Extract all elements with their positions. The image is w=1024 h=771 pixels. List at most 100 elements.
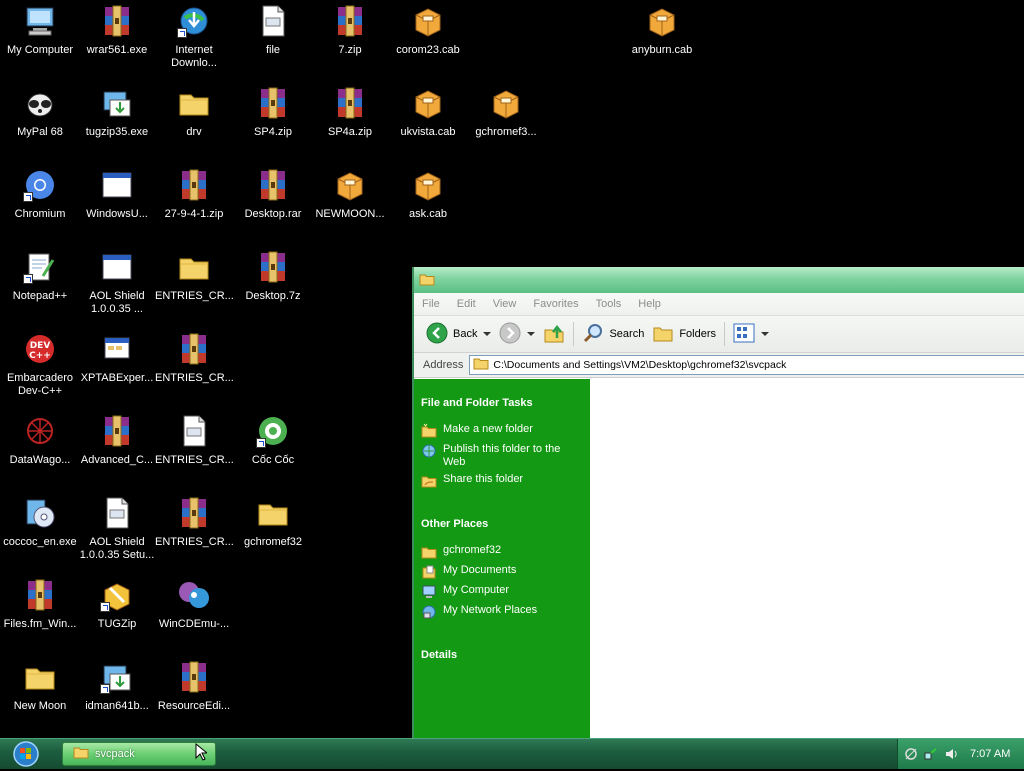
other-places-title[interactable]: Other Places: [421, 518, 488, 530]
window-titlebar[interactable]: [414, 267, 1024, 293]
winrar-icon: [177, 332, 211, 366]
desktop-icon-label: My Computer: [6, 44, 74, 56]
desktop-icon[interactable]: AOL Shield 1.0.0.35 ...: [78, 248, 156, 328]
place-my-documents[interactable]: My Documents: [421, 564, 583, 580]
chevron-down-icon[interactable]: [527, 332, 536, 336]
forward-arrow-icon: [499, 322, 521, 347]
menu-help[interactable]: Help: [638, 298, 661, 310]
desktop-icon[interactable]: New Moon: [1, 658, 79, 738]
desktop-icon-label: gchromef32: [243, 536, 303, 548]
desktop-icon[interactable]: Notepad++: [1, 248, 79, 328]
desktop-icon[interactable]: 27-9-4-1.zip: [155, 166, 233, 246]
folders-button[interactable]: Folders: [652, 322, 716, 347]
up-folder-button[interactable]: [543, 322, 565, 347]
desktop-icon[interactable]: Desktop.7z: [234, 248, 312, 328]
desktop-icon[interactable]: Chromium: [1, 166, 79, 246]
folder-content-area[interactable]: [590, 379, 1024, 738]
taskbar: svcpack 7:07 AM: [0, 738, 1024, 769]
desktop-icon[interactable]: Internet Downlo...: [155, 2, 233, 82]
start-button[interactable]: [2, 740, 46, 768]
desktop-icon[interactable]: ENTRIES_CR...: [155, 330, 234, 410]
tray-volume-icon[interactable]: [944, 747, 958, 761]
desktop-icon[interactable]: NEWMOON...: [311, 166, 389, 246]
desktop-icon[interactable]: SP4a.zip: [311, 84, 389, 164]
file-folder-tasks-title[interactable]: File and Folder Tasks: [421, 397, 533, 409]
desktop-icon[interactable]: gchromef3...: [467, 84, 545, 164]
desktop-icon[interactable]: gchromef32: [234, 494, 312, 574]
menu-file[interactable]: File: [422, 298, 440, 310]
tray-network-icon[interactable]: [924, 747, 938, 761]
taskbar-button-label: svcpack: [95, 748, 135, 760]
desktop-icon[interactable]: MyPal 68: [1, 84, 79, 164]
window-icon: [100, 250, 134, 284]
address-path: C:\Documents and Settings\VM2\Desktop\gc…: [493, 359, 787, 371]
publish-folder-link[interactable]: Publish this folder to the Web: [421, 443, 583, 469]
desktop-icon[interactable]: corom23.cab: [389, 2, 467, 82]
details-title[interactable]: Details: [421, 649, 457, 661]
place-gchromef32[interactable]: gchromef32: [421, 544, 583, 560]
winrar-icon: [256, 250, 290, 284]
desktop-icon[interactable]: AOL Shield 1.0.0.35 Setu...: [78, 494, 156, 574]
desktop-icon[interactable]: My Computer: [1, 2, 79, 82]
desktop-icon[interactable]: file: [234, 2, 312, 82]
cab-icon: [411, 86, 445, 120]
shortcut-arrow-icon: [100, 602, 110, 612]
forward-button[interactable]: [499, 322, 536, 347]
toolbar-separator: [724, 322, 726, 346]
desktop-icon[interactable]: Advanced_C...: [78, 412, 156, 492]
devcpp-icon: DEV C++: [23, 332, 57, 366]
clock[interactable]: 7:07 AM: [970, 748, 1010, 760]
desktop-icon[interactable]: coccoc_en.exe: [1, 494, 79, 574]
make-new-folder-link[interactable]: Make a new folder: [421, 423, 583, 439]
desktop-icon[interactable]: WinCDEmu-...: [155, 576, 233, 656]
views-button[interactable]: [733, 323, 770, 346]
desktop-icon[interactable]: wrar561.exe: [78, 2, 156, 82]
tray-satellite-icon[interactable]: [904, 747, 918, 761]
desktop-icon-label: DataWago...: [9, 454, 71, 466]
desktop-icon-label: ENTRIES_CR...: [155, 536, 234, 548]
desktop-icon[interactable]: DEV C++ Embarcadero Dev-C++: [1, 330, 79, 410]
desktop-icon[interactable]: idman641b...: [78, 658, 156, 738]
taskbar-button-svcpack[interactable]: svcpack: [62, 742, 216, 766]
desktop-icon[interactable]: ResourceEdi...: [155, 658, 233, 738]
menu-edit[interactable]: Edit: [457, 298, 476, 310]
desktop-icon[interactable]: Desktop.rar: [234, 166, 312, 246]
winrar-icon: [333, 86, 367, 120]
share-folder-icon: [421, 473, 437, 489]
desktop-icon[interactable]: Files.fm_Win...: [1, 576, 79, 656]
desktop-icon-label: WinCDEmu-...: [158, 618, 230, 630]
folder-icon: [473, 357, 489, 373]
desktop-icon[interactable]: ENTRIES_CR...: [155, 494, 234, 574]
installer-icon: [100, 86, 134, 120]
desktop-icon[interactable]: ENTRIES_CR...: [155, 412, 234, 492]
desktop-icon[interactable]: ukvista.cab: [389, 84, 467, 164]
cab-icon: [411, 4, 445, 38]
search-button[interactable]: Search: [582, 322, 644, 347]
desktop-icon[interactable]: XPTABExper...: [78, 330, 156, 410]
chevron-down-icon[interactable]: [483, 332, 492, 336]
place-my-network-places[interactable]: My Network Places: [421, 604, 583, 620]
desktop-icon[interactable]: drv: [155, 84, 233, 164]
desktop-icon-label: NEWMOON...: [315, 208, 385, 220]
desktop-icon[interactable]: WindowsU...: [78, 166, 156, 246]
desktop-icon[interactable]: 7.zip: [311, 2, 389, 82]
menu-view[interactable]: View: [493, 298, 517, 310]
desktop-icon-label: Embarcadero Dev-C++: [6, 372, 74, 397]
desktop-icon[interactable]: Cốc Cốc: [234, 412, 312, 492]
desktop-icon[interactable]: ENTRIES_CR...: [155, 248, 234, 328]
desktop-icon-label: file: [265, 44, 281, 56]
cab-icon: [489, 86, 523, 120]
share-folder-link[interactable]: Share this folder: [421, 473, 583, 489]
address-input[interactable]: C:\Documents and Settings\VM2\Desktop\gc…: [469, 355, 1024, 375]
place-my-computer[interactable]: My Computer: [421, 584, 583, 600]
desktop-icon[interactable]: DataWago...: [1, 412, 79, 492]
menu-favorites[interactable]: Favorites: [533, 298, 578, 310]
desktop-icon[interactable]: anyburn.cab: [623, 2, 701, 82]
desktop-icon[interactable]: TUGZip: [78, 576, 156, 656]
desktop-icon[interactable]: tugzip35.exe: [78, 84, 156, 164]
desktop-icon[interactable]: ask.cab: [389, 166, 467, 246]
chevron-down-icon[interactable]: [761, 332, 770, 336]
desktop-icon[interactable]: SP4.zip: [234, 84, 312, 164]
back-button[interactable]: Back: [426, 322, 492, 347]
menu-tools[interactable]: Tools: [596, 298, 622, 310]
